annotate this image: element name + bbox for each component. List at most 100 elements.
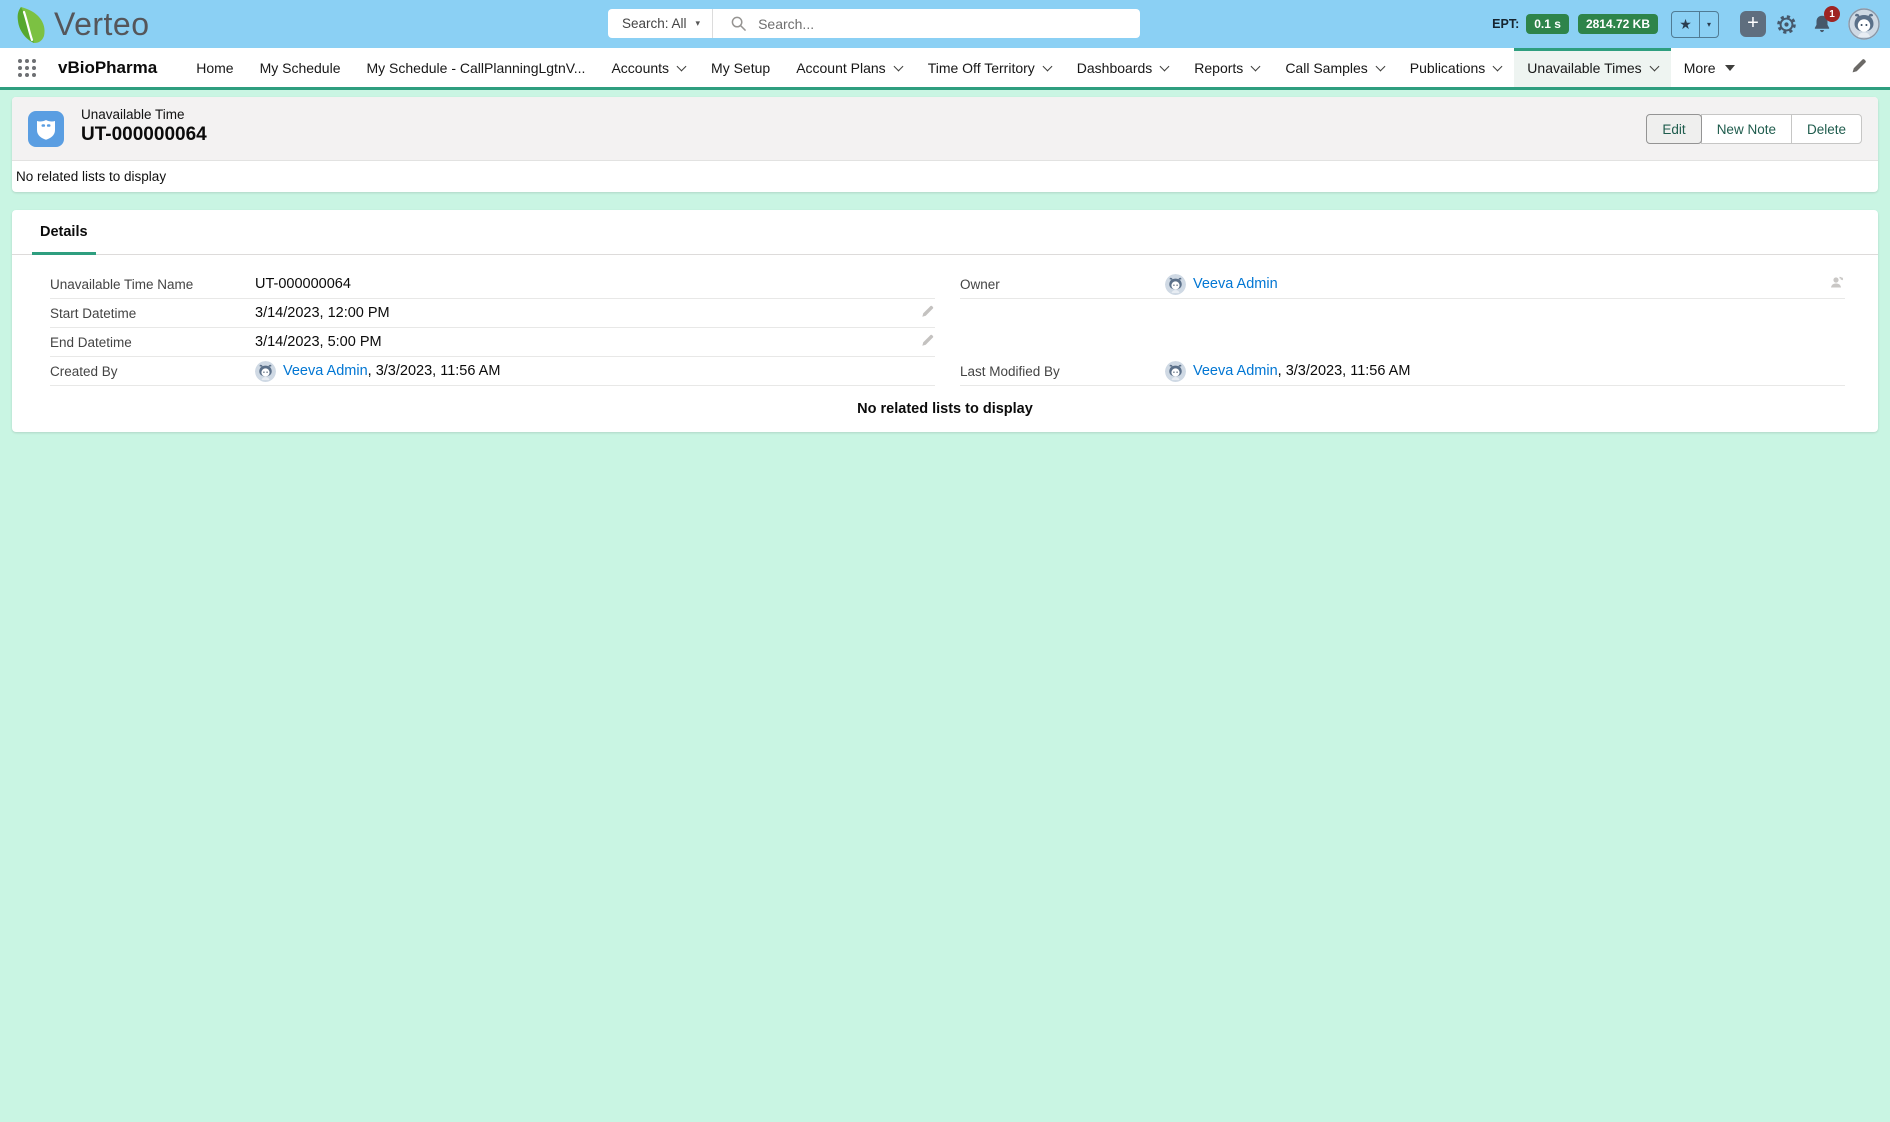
tab-label: Unavailable Times [1527, 60, 1641, 76]
tab-publications[interactable]: Publications [1397, 48, 1515, 87]
delete-button[interactable]: Delete [1791, 114, 1862, 144]
new-note-button[interactable]: New Note [1701, 114, 1792, 144]
tab-my-schedule[interactable]: My Schedule [247, 48, 354, 87]
tab-reports[interactable]: Reports [1181, 48, 1272, 87]
tab-label: Home [196, 60, 233, 76]
tab-label: My Schedule - CallPlanningLgtnV... [367, 60, 586, 76]
tab-label: Call Samples [1285, 60, 1367, 76]
avatar-astro-icon [1848, 8, 1880, 40]
field-value: UT-000000064 [255, 276, 351, 292]
record-header-card: Unavailable Time UT-000000064 Edit New N… [12, 97, 1878, 192]
edit-field-button[interactable] [921, 333, 935, 351]
record-header: Unavailable Time UT-000000064 Edit New N… [12, 97, 1878, 161]
header-utilities: EPT: 0.1 s 2814.72 KB ★ ▾ + [1492, 0, 1880, 48]
record-actions: Edit New Note Delete [1646, 114, 1862, 144]
chevron-down-icon [1649, 61, 1659, 71]
favorite-star-button[interactable]: ★ [1672, 12, 1700, 37]
tab-label: Account Plans [796, 60, 886, 76]
unavailable-time-object-icon [28, 111, 64, 147]
field-row-created-by: Created By Veeva Admin, 3/3/2023, 11:56 … [50, 357, 935, 386]
tab-my-setup[interactable]: My Setup [698, 48, 783, 87]
chevron-down-icon [677, 61, 687, 71]
search-scope-label: Search: All [622, 16, 687, 31]
tab-dashboards[interactable]: Dashboards [1064, 48, 1182, 87]
last-modified-by-link[interactable]: Veeva Admin [1193, 363, 1278, 379]
triangle-down-icon [1725, 65, 1735, 71]
tab-account-plans[interactable]: Account Plans [783, 48, 915, 87]
favorites-dropdown-button[interactable]: ▾ [1700, 12, 1718, 37]
global-header: Verteo Search: All ▾ EPT: 0.1 s 2814.72 … [0, 0, 1890, 48]
tab-label: Reports [1194, 60, 1243, 76]
tab-home[interactable]: Home [183, 48, 246, 87]
edit-button[interactable]: Edit [1646, 114, 1701, 144]
tab-details[interactable]: Details [36, 210, 92, 254]
field-column-right: Owner Veeva Admin [960, 270, 1845, 386]
field-row-last-modified-by: Last Modified By Veeva Admin, 3/3/2023, … [960, 357, 1845, 386]
field-label: End Datetime [50, 335, 255, 350]
change-owner-button[interactable] [1829, 274, 1845, 294]
related-lists-empty-text: No related lists to display [16, 169, 166, 184]
tab-label: My Schedule [260, 60, 341, 76]
tab-label: Dashboards [1077, 60, 1153, 76]
tab-my-schedule-callplanning[interactable]: My Schedule - CallPlanningLgtnV... [354, 48, 599, 87]
edit-navigation-button[interactable] [1851, 57, 1868, 79]
field-label: Created By [50, 364, 255, 379]
ept-time-badge: 0.1 s [1526, 14, 1569, 34]
setup-gear-button[interactable] [1775, 13, 1798, 36]
field-row-start-datetime: Start Datetime 3/14/2023, 12:00 PM [50, 299, 935, 328]
star-icon: ★ [1679, 16, 1692, 33]
tab-accounts[interactable]: Accounts [598, 48, 698, 87]
pencil-icon [921, 304, 935, 318]
tab-label: More [1684, 60, 1716, 76]
chevron-down-icon [893, 61, 903, 71]
chevron-down-icon [1251, 61, 1261, 71]
field-row-empty [960, 299, 1845, 328]
field-label: Last Modified By [960, 364, 1165, 379]
field-value: 3/14/2023, 5:00 PM [255, 334, 382, 350]
field-row-empty [960, 328, 1845, 357]
chevron-down-icon [1375, 61, 1385, 71]
leaf-logo-icon [12, 3, 52, 45]
field-row-unavailable-time-name: Unavailable Time Name UT-000000064 [50, 270, 935, 299]
tab-time-off-territory[interactable]: Time Off Territory [915, 48, 1064, 87]
pencil-icon [1851, 57, 1868, 74]
field-row-end-datetime: End Datetime 3/14/2023, 5:00 PM [50, 328, 935, 357]
tab-unavailable-times[interactable]: Unavailable Times [1514, 48, 1670, 87]
logo-text: Verteo [54, 6, 150, 43]
global-actions-button[interactable]: + [1740, 11, 1766, 37]
ept-size-badge: 2814.72 KB [1578, 14, 1658, 34]
gear-icon [1775, 13, 1798, 36]
ept-label: EPT: [1492, 17, 1519, 31]
search-icon [731, 16, 746, 31]
entity-label: Unavailable Time [81, 107, 185, 122]
tab-more[interactable]: More [1671, 48, 1748, 87]
related-lists-empty-strip: No related lists to display [12, 161, 1878, 192]
user-avatar[interactable] [1848, 8, 1880, 40]
user-avatar [1165, 274, 1186, 295]
nav-tabs: Home My Schedule My Schedule - CallPlann… [183, 48, 1747, 87]
notifications-button[interactable]: 1 [1811, 13, 1833, 35]
edit-field-button[interactable] [921, 304, 935, 322]
created-by-datetime: , 3/3/2023, 11:56 AM [368, 363, 501, 379]
record-detail-card: Details Unavailable Time Name UT-0000000… [12, 210, 1878, 432]
app-navigation-bar: vBioPharma Home My Schedule My Schedule … [0, 48, 1890, 90]
tab-label: Time Off Territory [928, 60, 1035, 76]
search-scope-dropdown[interactable]: Search: All ▾ [608, 9, 713, 38]
search-field [713, 16, 1140, 32]
notification-count-badge: 1 [1824, 6, 1840, 22]
shield-icon [35, 119, 57, 140]
app-launcher-icon[interactable] [18, 59, 36, 77]
chevron-down-icon [1160, 61, 1170, 71]
tab-label: Accounts [611, 60, 669, 76]
field-label: Unavailable Time Name [50, 277, 255, 292]
tab-call-samples[interactable]: Call Samples [1272, 48, 1396, 87]
field-grid: Unavailable Time Name UT-000000064 Start… [12, 255, 1878, 386]
owner-link[interactable]: Veeva Admin [1193, 276, 1278, 292]
chevron-down-icon: ▾ [696, 18, 701, 29]
field-label: Owner [960, 277, 1165, 292]
app-name: vBioPharma [58, 58, 157, 78]
search-input[interactable] [758, 16, 1140, 32]
plus-icon: + [1747, 12, 1759, 34]
page-title: UT-000000064 [81, 124, 207, 146]
created-by-link[interactable]: Veeva Admin [283, 363, 368, 379]
